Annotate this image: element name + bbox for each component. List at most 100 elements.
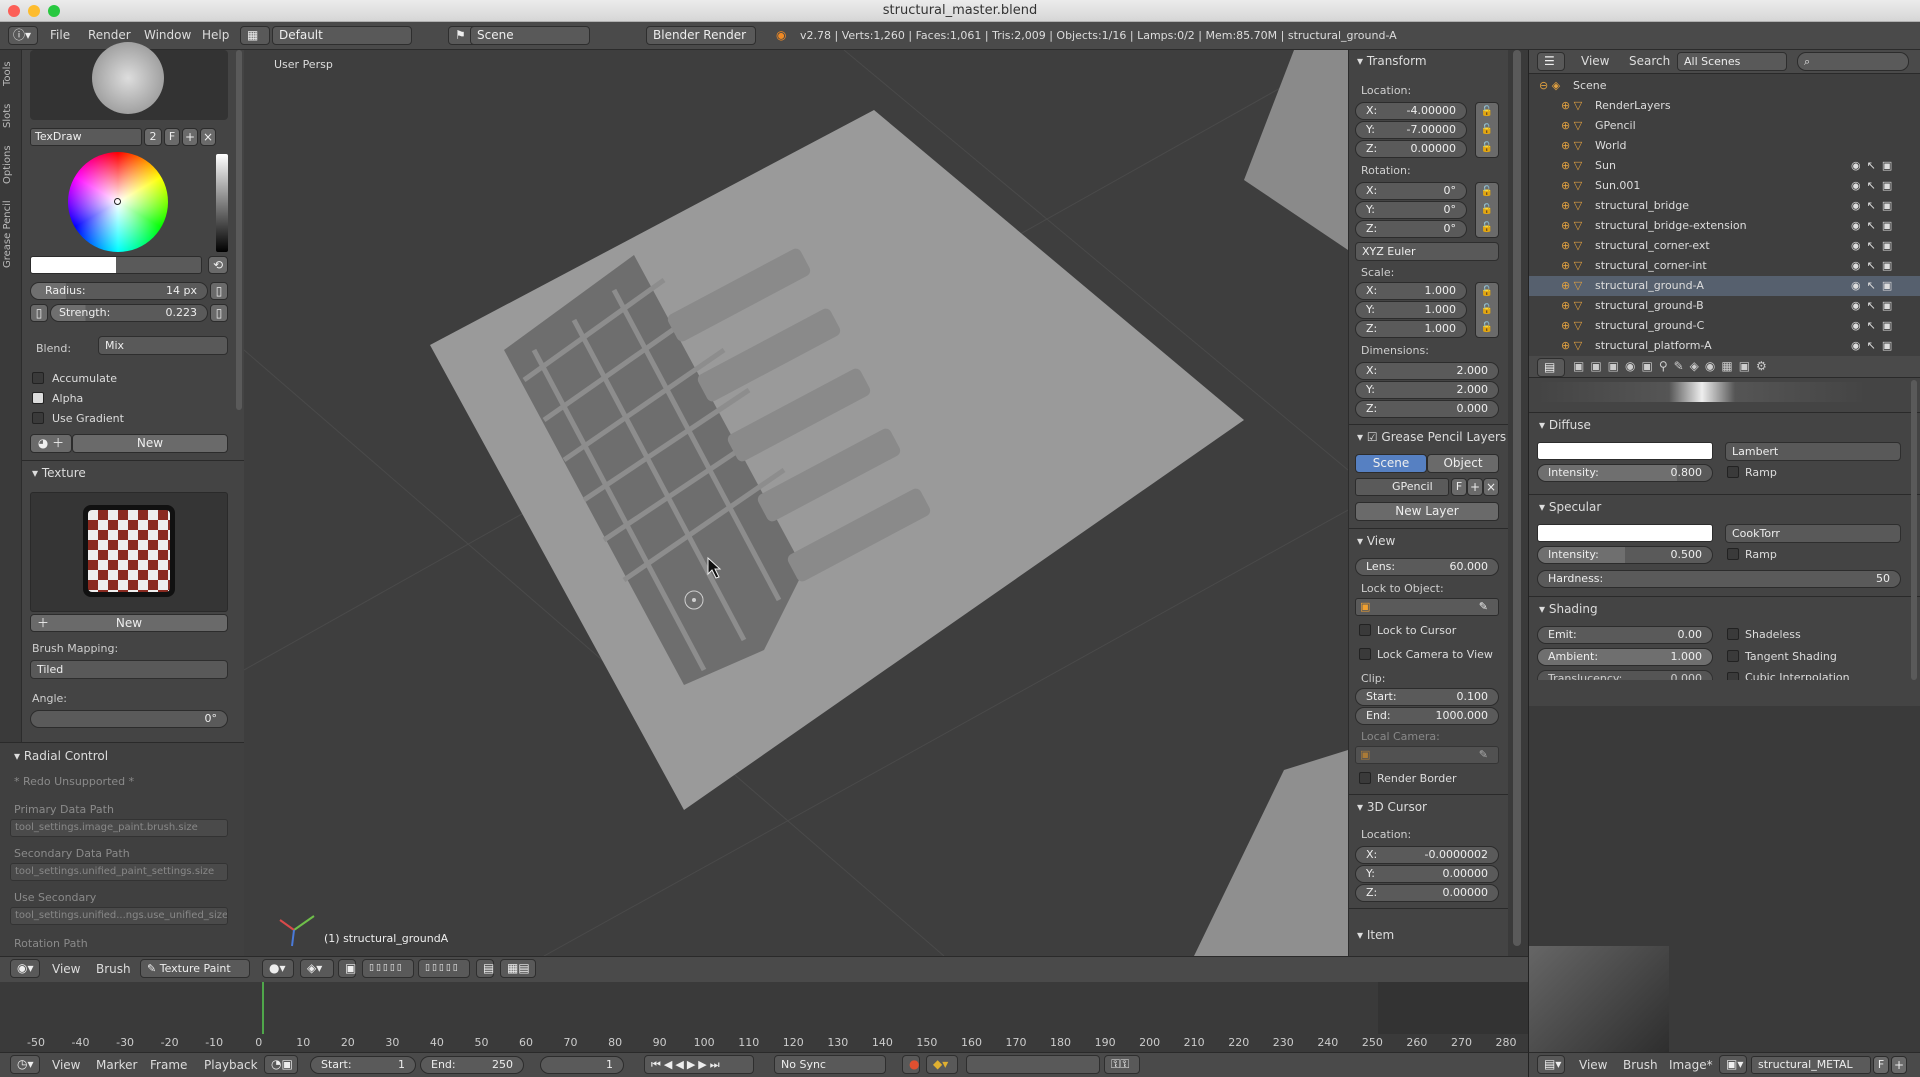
gp-add-icon[interactable]: +	[1467, 478, 1483, 496]
mode-select[interactable]: ✎ Texture Paint	[140, 959, 250, 978]
diffuse-ramp-checkbox[interactable]	[1727, 466, 1739, 478]
cubic-interpolation-checkbox[interactable]	[1727, 672, 1739, 680]
specular-color-swatch[interactable]	[1537, 524, 1713, 542]
outliner-item[interactable]: ⊕ ▽ GPencil	[1529, 116, 1920, 136]
strength-lock-icon[interactable]: ▯	[30, 304, 48, 322]
editor-type-icon[interactable]: ⓘ▾	[8, 26, 38, 45]
outliner-item[interactable]: ⊕ ▽ structural_corner-int ◉↖▣	[1529, 256, 1920, 276]
scene-select[interactable]: Scene	[470, 26, 590, 45]
outliner-item-icon[interactable]: ⊕ ▽	[1561, 279, 1582, 292]
visibility-toggle-icons[interactable]: ◉↖▣	[1851, 219, 1898, 232]
material-preview-strip[interactable]	[1537, 382, 1867, 402]
gp-object-toggle[interactable]: Object	[1427, 454, 1499, 473]
specular-ramp-checkbox[interactable]	[1727, 548, 1739, 560]
alpha-checkbox[interactable]	[32, 392, 44, 404]
render-camera-icon[interactable]: ▦▤	[500, 959, 536, 978]
outliner-item[interactable]: ⊖ ◈ Scene	[1529, 76, 1920, 96]
insert-keyframe-icons[interactable]: ⚿⚿	[1104, 1055, 1140, 1074]
texture-preview-box[interactable]	[30, 492, 228, 612]
rotation-x-field[interactable]: X: 0°	[1355, 182, 1467, 200]
hardness-field[interactable]: Hardness: 50	[1537, 570, 1901, 588]
visibility-toggle-icons[interactable]: ◉↖▣	[1851, 199, 1898, 212]
specular-panel-header[interactable]: ▾ Specular	[1539, 500, 1601, 514]
outliner-item[interactable]: ⊕ ▽ RenderLayers	[1529, 96, 1920, 116]
outliner-item[interactable]: ⊕ ▽ structural_ground-C ◉↖▣	[1529, 316, 1920, 336]
outliner-item-icon[interactable]: ⊕ ▽	[1561, 319, 1582, 332]
gp-fake-user-button[interactable]: F	[1451, 478, 1467, 496]
brush-users[interactable]: 2	[144, 128, 162, 146]
use-gradient-checkbox[interactable]	[32, 412, 44, 424]
lock-camera-checkbox[interactable]	[1359, 648, 1371, 660]
layout-icon[interactable]: ▦	[240, 26, 270, 45]
cursor-z-field[interactable]: Z: 0.00000	[1355, 884, 1499, 902]
tangent-shading-checkbox[interactable]	[1727, 650, 1739, 662]
render-preview-icon[interactable]: ▤	[476, 959, 494, 978]
location-x-field[interactable]: X: -4.00000	[1355, 102, 1467, 120]
outliner-item-icon[interactable]: ⊕ ▽	[1561, 159, 1582, 172]
translucency-field[interactable]: Translucency: 0.000	[1537, 670, 1713, 680]
outliner-item[interactable]: ⊕ ▽ World	[1529, 136, 1920, 156]
swap-colors-icon[interactable]: ⟲	[208, 256, 228, 274]
rotation-mode-select[interactable]: XYZ Euler	[1355, 242, 1499, 261]
menu-render[interactable]: Render	[88, 28, 131, 42]
visibility-toggle-icons[interactable]: ◉↖▣	[1851, 319, 1898, 332]
texture-panel-header[interactable]: ▾ Texture	[32, 466, 86, 480]
menu-file[interactable]: File	[50, 28, 70, 42]
outliner-editor-icon[interactable]: ☰	[1537, 52, 1565, 71]
lens-field[interactable]: Lens: 60.000	[1355, 558, 1499, 576]
image-add-icon[interactable]: +	[1891, 1056, 1907, 1074]
brush-color-swatch[interactable]	[30, 256, 202, 274]
visibility-toggle-icons[interactable]: ◉↖▣	[1851, 159, 1898, 172]
palette-icon[interactable]: ◕ ＋	[30, 434, 72, 453]
layers-grid-2[interactable]: ▯▯▯▯▯	[418, 959, 470, 978]
timeline[interactable]: -50 -40 -30 -20 -10 0 10 20 30 40 50 60 70 80 90 100 110…	[0, 982, 1528, 1052]
record-icon[interactable]: ●	[902, 1055, 920, 1074]
new-palette-button[interactable]: New	[72, 434, 228, 453]
emit-field[interactable]: Emit: 0.00	[1537, 626, 1713, 644]
radius-field[interactable]: Radius: 14 px	[30, 282, 208, 300]
scale-z-field[interactable]: Z: 1.000	[1355, 320, 1467, 338]
timeline-view-menu[interactable]: View	[52, 1058, 80, 1072]
frame-end-field[interactable]: End: 250	[420, 1056, 524, 1074]
radius-pressure-icon[interactable]: ▯	[210, 282, 228, 300]
accumulate-checkbox[interactable]	[32, 372, 44, 384]
outliner-filter-select[interactable]: All Scenes	[1677, 52, 1787, 71]
brush-mapping-select[interactable]: Tiled	[30, 660, 228, 679]
item-panel-header[interactable]: ▾ Item	[1357, 928, 1394, 942]
outliner-item-icon[interactable]: ⊕ ▽	[1561, 219, 1582, 232]
visibility-toggle-icons[interactable]: ◉↖▣	[1851, 179, 1898, 192]
3d-viewport[interactable]: User Persp (1) structural_groundA	[244, 50, 1348, 956]
blend-select[interactable]: Mix	[98, 336, 228, 355]
strength-field[interactable]: Strength: 0.223	[50, 304, 208, 322]
image-editor[interactable]	[1528, 706, 1920, 1077]
tab-options[interactable]: Options	[2, 140, 20, 190]
3d-cursor-panel-header[interactable]: ▾ 3D Cursor	[1357, 800, 1427, 814]
outliner-item[interactable]: ⊕ ▽ structural_ground-B ◉↖▣	[1529, 296, 1920, 316]
outliner-item[interactable]: ⊕ ▽ structural_bridge-extension ◉↖▣	[1529, 216, 1920, 236]
outliner-item-icon[interactable]: ⊕ ▽	[1561, 119, 1582, 132]
outliner-item[interactable]: ⊕ ▽ Sun ◉↖▣	[1529, 156, 1920, 176]
angle-field[interactable]: 0°	[30, 710, 228, 728]
outliner-item-icon[interactable]: ⊖ ◈	[1539, 79, 1560, 92]
outliner-item-icon[interactable]: ⊕ ▽	[1561, 139, 1582, 152]
scale-y-field[interactable]: Y: 1.000	[1355, 301, 1467, 319]
visibility-toggle-icons[interactable]: ◉↖▣	[1851, 239, 1898, 252]
timeline-frame-menu[interactable]: Frame	[150, 1058, 187, 1072]
viewport-view-menu[interactable]: View	[52, 962, 80, 976]
lock-to-object-field[interactable]: ▣ ✎	[1355, 598, 1499, 616]
specular-intensity-field[interactable]: Intensity: 0.500	[1537, 546, 1713, 564]
render-border-checkbox[interactable]	[1359, 772, 1371, 784]
dimension-x-field[interactable]: X: 2.000	[1355, 362, 1499, 380]
keying-set-field[interactable]	[966, 1055, 1100, 1074]
brush-preview[interactable]	[30, 42, 228, 120]
image-brush-menu[interactable]: Brush	[1623, 1058, 1658, 1072]
npanel-scrollbar[interactable]	[1513, 50, 1521, 946]
outliner-item[interactable]: ⊕ ▽ structural_bridge ◉↖▣	[1529, 196, 1920, 216]
color-wheel[interactable]	[68, 152, 168, 252]
outliner-item-icon[interactable]: ⊕ ▽	[1561, 259, 1582, 272]
render-engine-select[interactable]: Blender Render	[646, 26, 756, 45]
rotation-z-field[interactable]: Z: 0°	[1355, 220, 1467, 238]
viewport-shading-select[interactable]: ●▾	[262, 959, 294, 978]
outliner-item[interactable]: ⊕ ▽ structural_ground-A ◉↖▣	[1529, 276, 1920, 296]
diffuse-panel-header[interactable]: ▾ Diffuse	[1539, 418, 1591, 432]
